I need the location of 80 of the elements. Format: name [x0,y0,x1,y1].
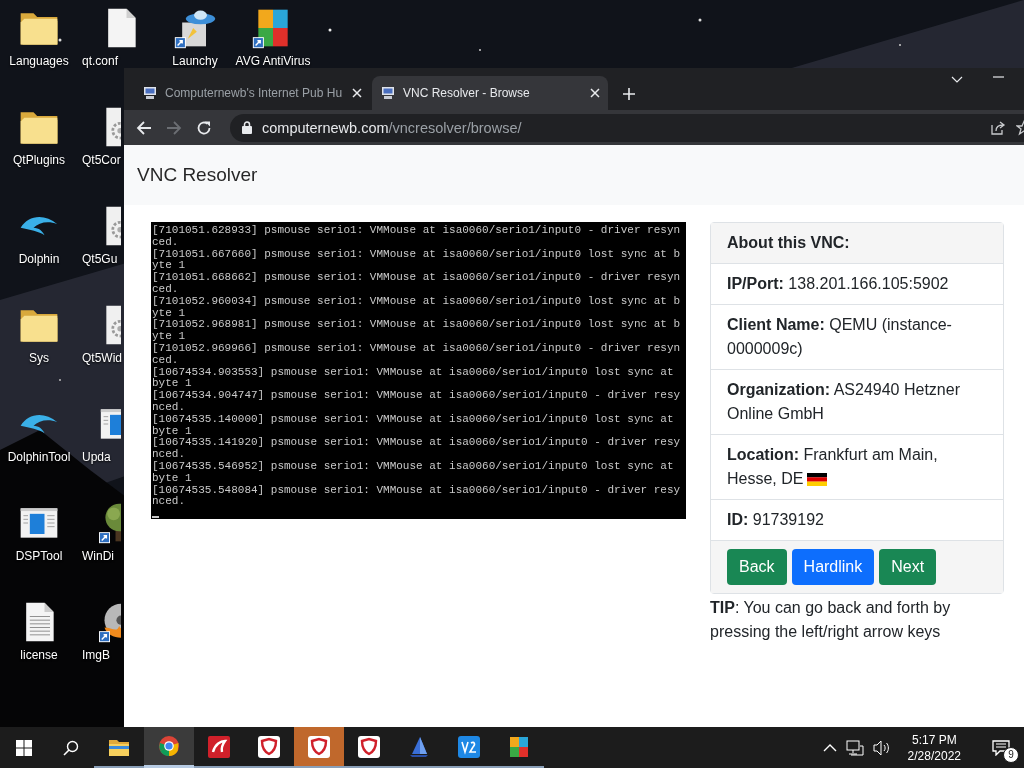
terminal-line: [7101052.960034] psmouse serio1: VMMouse at isa0060/serio1/input0 lost sync at b [152,295,681,308]
terminal-line: [7101051.628933] psmouse serio1: VMMouse at isa0060/serio1/input0 - driver resyn [152,225,681,237]
terminal-line: [10674535.546952] psmouse serio1: VMMouse at isa0060/serio1/input0 lost sync at [152,460,674,473]
terminal-line: nced. [152,449,185,461]
browser-tab[interactable]: Computernewb's Internet Pub Hu [134,76,370,110]
terminal-line: byte 1 [152,425,192,437]
terminal-line: [7101052.969966] psmouse serio1: VMMouse at isa0060/serio1/input0 - driver resyn [152,342,681,355]
desktop-item[interactable]: DolphinTool [0,396,78,495]
search-icon [62,739,79,756]
terminal-line: [10674534.903553] psmouse serio1: VMMouse at isa0060/serio1/input0 lost sync at [152,366,674,378]
desktop-item[interactable]: Qt5Cor [78,99,124,198]
volume-icon[interactable] [872,739,891,756]
info-text: Organization: AS24940 Hetzner Online GmbH [727,381,960,422]
terminal-line: byte 1 [152,378,192,390]
shield-icon [257,734,281,759]
computer-icon [142,85,158,101]
terminal-line: ced. [152,284,179,296]
umbrella-icon [207,734,231,759]
chevron-down-icon[interactable] [951,76,963,84]
computer-icon [380,85,396,101]
nav-button[interactable]: Hardlink [791,549,875,585]
network-icon[interactable] [845,739,864,756]
info-text: ID: 91739192 [727,511,824,528]
nav-button[interactable]: Next [879,549,937,585]
terminal-line: [10674534.904747] psmouse serio1: VMMouse at isa0060/serio1/input0 - driver resy [152,390,681,402]
desktop-item[interactable]: Qt5Gu [78,198,124,297]
terminal-line: yte 1 [152,307,185,319]
count-badge: 9 [1003,747,1019,763]
close-icon[interactable] [590,88,600,98]
share-icon[interactable] [990,119,1006,136]
terminal-line: nced. [152,496,185,509]
windows-logo-icon [15,739,32,756]
taskbar-button[interactable] [144,727,194,768]
desktop-item[interactable]: Languages [0,0,78,68]
tip-text: TIP: You can go back and forth by pressing the left/right arrow keys [710,598,952,642]
url-text: computernewb.com/vncresolver/browse/ [262,119,522,136]
notification-button[interactable]: 9 [978,727,1024,768]
terminal-line: yte 1 [152,260,185,272]
terminal-line: ced. [152,236,179,249]
info-text: Client Name: QEMU (instance-0000009c) [727,316,952,357]
desktop-item[interactable]: Qt5Wid [78,297,124,396]
zigzag-tile-icon [457,734,481,759]
terminal-line: [7101052.968981] psmouse serio1: VMMouse at isa0060/serio1/input0 lost sync at b [152,319,681,332]
back-arrow-icon[interactable] [136,119,152,136]
shield-icon [307,734,331,759]
desktop-item[interactable]: license [0,594,78,693]
terminal-line: yte 1 [152,331,185,343]
address-bar[interactable]: computernewb.com/vncresolver/browse/ [230,113,1024,142]
desktop-item[interactable]: Sys [0,297,78,396]
terminal-line: ced. [152,354,179,367]
terminal-line: [7101051.667660] psmouse serio1: VMMouse at isa0060/serio1/input0 lost sync at b [152,248,681,261]
clock-button[interactable]: 5:17 PM 2/28/2022 [899,731,969,764]
plus-icon[interactable] [622,87,636,101]
browser-tab[interactable]: VNC Resolver - Browse [372,76,608,110]
info-text: IP/Port: 138.201.166.105:5902 [727,275,949,292]
terminal-line: byte 1 [152,472,192,485]
lock-icon [242,121,252,134]
desktop-item[interactable]: DSPTool [0,495,78,594]
desktop-item[interactable]: AVG AntiVirus [234,0,312,68]
chrome-like-icon [157,734,181,758]
terminal-line: [10674535.141920] psmouse serio1: VMMouse at isa0060/serio1/input0 - driver resy [152,437,681,449]
text-cursor [152,516,159,519]
terminal-line: nced. [152,401,185,414]
shield-icon [357,734,381,759]
reload-icon[interactable] [196,119,212,136]
info-text: Location: Frankfurt am Main, Hesse, DE [727,446,938,487]
nav-button[interactable]: Back [727,549,787,585]
chevron-up-icon[interactable] [822,743,837,752]
message-icon [992,739,1010,756]
desktop-item[interactable]: Dolphin [0,198,78,297]
terminal-line: [10674535.140000] psmouse serio1: VMMouse at isa0060/serio1/input0 lost sync at [152,413,674,426]
desktop-item[interactable]: Launchy [156,0,234,68]
card-heading: About this VNC: [711,223,1003,264]
colored-tiles-icon [507,734,531,759]
close-icon[interactable] [352,88,362,98]
desktop-item[interactable]: qt.conf [78,0,156,68]
terminal-line: [7101051.668662] psmouse serio1: VMMouse at isa0060/serio1/input0 - driver resyn [152,272,681,284]
terminal-line: [10674535.548084] psmouse serio1: VMMouse at isa0060/serio1/input0 - driver resy [152,484,681,496]
navbar-brand[interactable]: VNC Resolver [124,145,1024,205]
desktop-item[interactable]: QtPlugins [0,99,78,198]
